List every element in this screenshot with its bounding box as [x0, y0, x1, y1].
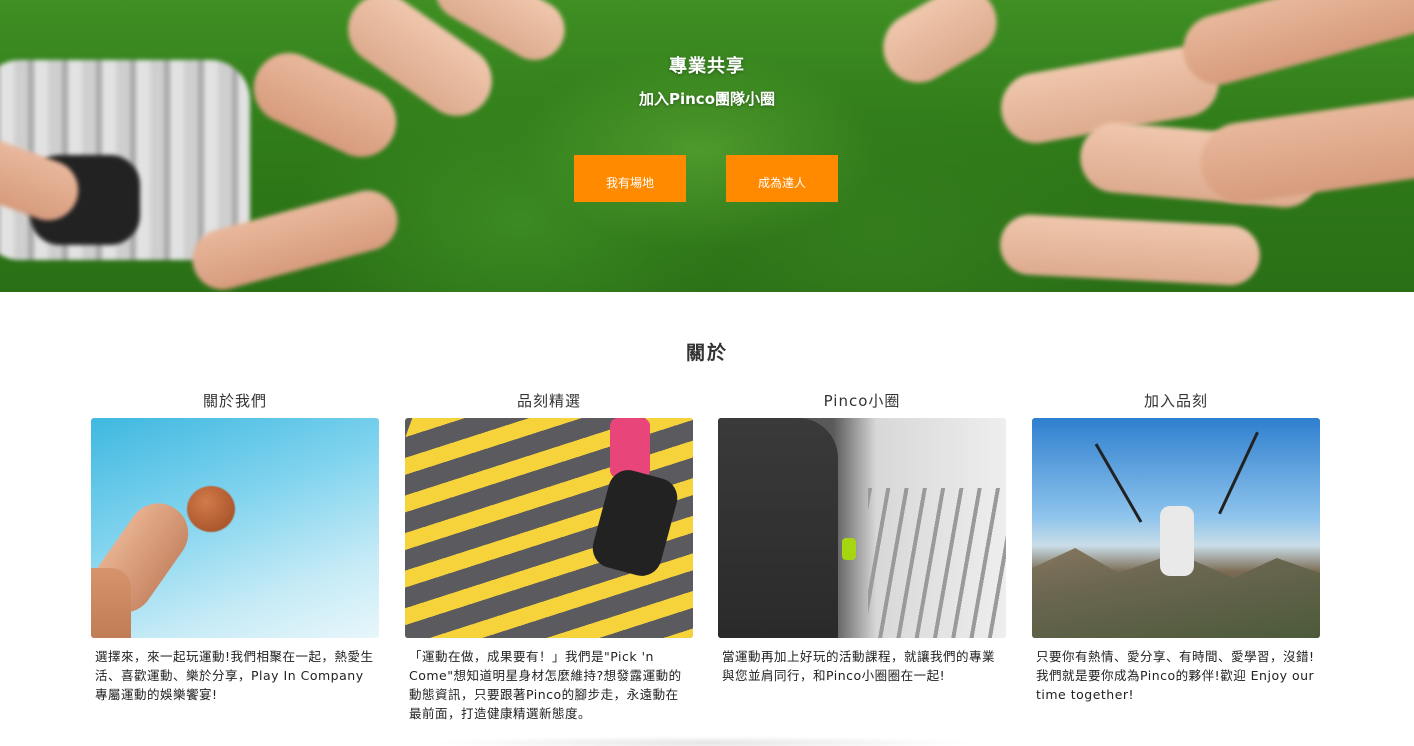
hero-banner: 專業共享 加入Pinco團隊小圈 我有場地 成為達人 — [0, 0, 1414, 292]
mountain-hiker-photo[interactable] — [1032, 418, 1320, 638]
about-card-pick-selection: 品刻精選 「運動在做，成果要有！」我們是"Pick 'n Come"想知道明星身… — [405, 390, 693, 723]
about-card-about-us: 關於我們 選擇來，來一起玩運動!我們相聚在一起，熱愛生活、喜歡運動、樂於分享，P… — [91, 390, 379, 704]
crosswalk-runner-photo[interactable] — [405, 418, 693, 638]
card-title: 關於我們 — [202, 392, 267, 410]
hero-subtitle: 加入Pinco團隊小圈 — [638, 90, 775, 108]
card-description: 當運動再加上好玩的活動課程，就讓我們的專業與您並肩同行，和Pinco小圈圈在一起… — [722, 649, 996, 683]
hero-photo-leg — [1175, 0, 1414, 93]
card-description: 「運動在做，成果要有！」我們是"Pick 'n Come"想知道明星身材怎麼維持… — [409, 649, 682, 721]
hero-photo-leg — [1195, 92, 1414, 208]
jacket-person — [718, 418, 838, 638]
runner-figure — [610, 418, 650, 478]
card-title: 品刻精選 — [516, 392, 581, 410]
card-title: Pinco小圈 — [823, 392, 901, 410]
about-section-title: 關於 — [685, 342, 728, 364]
hiker-figure — [1160, 506, 1194, 576]
hero-photo-foot — [870, 0, 1010, 96]
basketball-photo[interactable] — [91, 418, 379, 638]
section-shadow — [430, 736, 980, 746]
fitness-band-icon — [842, 538, 856, 560]
about-card-pinco-circle: Pinco小圈 當運動再加上好玩的活動課程，就讓我們的專業與您並肩同行，和Pin… — [718, 390, 1006, 685]
bridge-fitness-photo[interactable] — [718, 418, 1006, 638]
have-venue-button[interactable]: 我有場地 — [574, 155, 686, 202]
card-title: 加入品刻 — [1143, 392, 1208, 410]
hero-photo-foot — [998, 213, 1262, 287]
become-expert-button[interactable]: 成為達人 — [726, 155, 838, 202]
trekking-pole-right — [1218, 431, 1259, 515]
hero-title: 專業共享 — [669, 56, 745, 77]
card-description: 只要你有熱情、愛分享、有時間、愛學習，沒錯!我們就是要你成為Pinco的夥伴!歡… — [1036, 649, 1315, 702]
about-card-join-pick: 加入品刻 只要你有熱情、愛分享、有時間、愛學習，沒錯!我們就是要你成為Pinco… — [1032, 390, 1320, 704]
card-description: 選擇來，來一起玩運動!我們相聚在一起，熱愛生活、喜歡運動、樂於分享，Play I… — [95, 649, 374, 702]
trekking-pole-left — [1094, 443, 1143, 523]
basketball-icon — [187, 486, 235, 532]
reaching-arm — [91, 568, 131, 638]
bridge-rail — [868, 488, 1006, 638]
